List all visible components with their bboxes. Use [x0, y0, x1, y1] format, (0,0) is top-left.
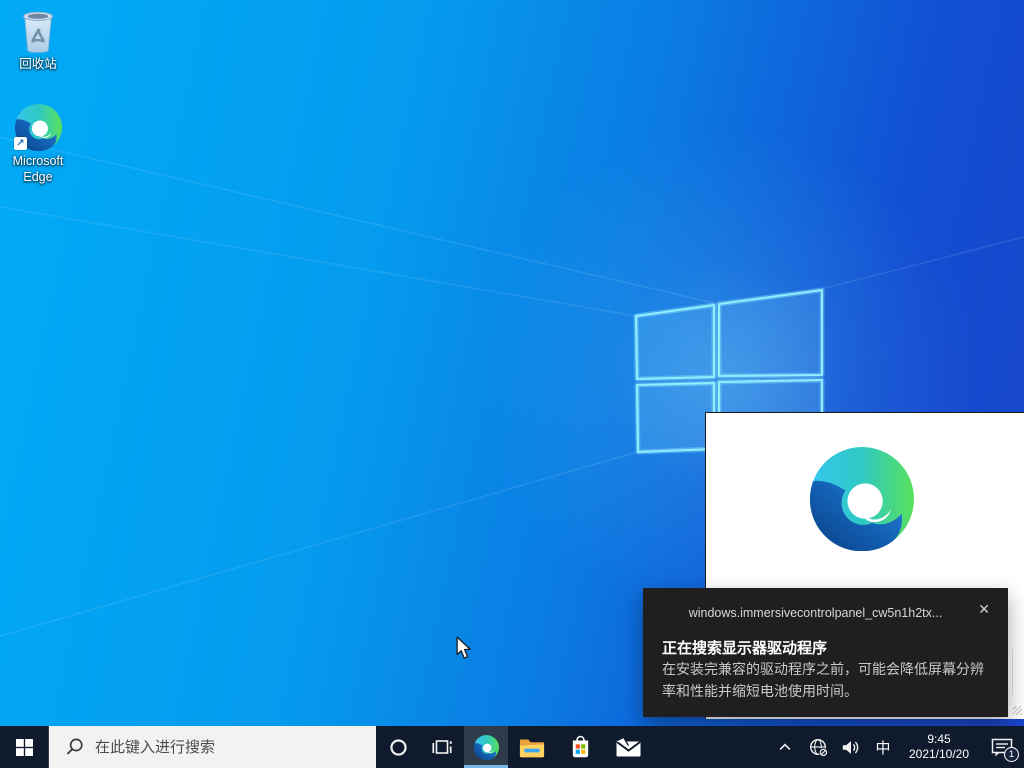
tray-network-button[interactable]	[802, 726, 834, 768]
window-ui-edge-fragment	[1012, 649, 1013, 695]
edge-icon	[474, 735, 499, 760]
recycle-bin-icon	[14, 6, 62, 54]
system-tray: 中 9:45 2021/10/20 1	[768, 726, 1024, 768]
toast-title: 正在搜索显示器驱动程序	[662, 637, 827, 658]
tray-chevron-button[interactable]	[768, 726, 802, 768]
taskbar-button-mail[interactable]	[604, 726, 652, 768]
taskbar-button-microsoft-store[interactable]	[556, 726, 604, 768]
desktop-icon-recycle-bin[interactable]: 回收站	[0, 6, 76, 73]
start-button[interactable]	[0, 726, 48, 768]
desktop-icon-microsoft-edge[interactable]: ↗ Microsoft Edge	[0, 103, 76, 185]
taskbar-button-file-explorer[interactable]	[508, 726, 556, 768]
globe-no-internet-icon	[808, 737, 829, 758]
toast-app-id: windows.immersivecontrolpanel_cw5n1h2tx.…	[687, 606, 944, 620]
volume-icon	[841, 739, 861, 756]
task-view-icon	[431, 736, 453, 758]
taskbar: 中 9:45 2021/10/20 1	[0, 726, 1024, 768]
notification-badge: 1	[1004, 747, 1019, 762]
taskbar-button-microsoft-edge[interactable]	[464, 726, 508, 768]
tray-clock[interactable]: 9:45 2021/10/20	[898, 726, 980, 768]
mouse-cursor	[453, 636, 475, 660]
search-input[interactable]	[93, 726, 370, 768]
desktop-icon-label: 回收站	[19, 57, 57, 73]
clock-date: 2021/10/20	[898, 747, 980, 762]
chevron-up-icon	[777, 739, 793, 755]
tray-volume-button[interactable]	[834, 726, 868, 768]
folder-icon	[519, 736, 545, 758]
windows-desktop: 回收站 ↗ Microsoft Edge windows.immersiveco…	[0, 0, 1024, 768]
tray-ime-indicator[interactable]: 中	[868, 726, 898, 768]
search-icon	[65, 737, 85, 757]
action-center-button[interactable]: 1	[980, 726, 1024, 768]
microsoft-edge-logo	[810, 447, 914, 551]
cortana-circle-icon	[389, 738, 408, 757]
toast-body: 在安装完兼容的驱动程序之前，可能会降低屏幕分辨率和性能并缩短电池使用时间。	[662, 659, 986, 702]
desktop-icon-label: Microsoft Edge	[0, 154, 76, 185]
close-icon[interactable]: ✕	[978, 602, 990, 616]
shortcut-arrow-icon: ↗	[14, 137, 27, 150]
store-bag-icon	[569, 734, 592, 760]
windows-logo-icon	[16, 739, 33, 756]
taskbar-button-cortana[interactable]	[376, 726, 420, 768]
mail-envelope-icon	[615, 737, 642, 758]
resize-gripper[interactable]	[1013, 706, 1022, 715]
clock-time: 9:45	[898, 732, 980, 747]
taskbar-button-task-view[interactable]	[420, 726, 464, 768]
notification-toast[interactable]: windows.immersivecontrolpanel_cw5n1h2tx.…	[643, 588, 1008, 717]
taskbar-search[interactable]	[48, 726, 376, 768]
